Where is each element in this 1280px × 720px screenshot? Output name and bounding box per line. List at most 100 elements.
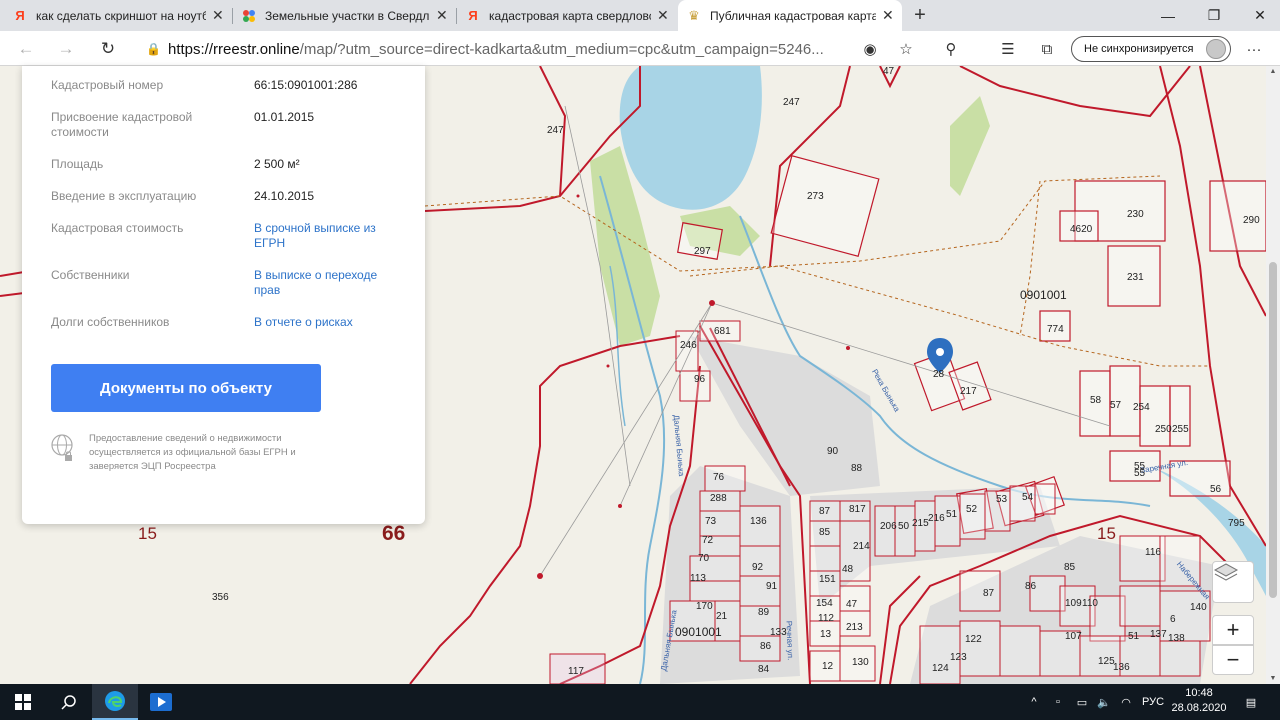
scroll-up-icon[interactable]: ▲ [1269, 68, 1277, 75]
address-bar[interactable]: 🔒 https://rreestr.online /map/?utm_sourc… [140, 35, 930, 63]
video-player-icon [150, 693, 172, 711]
wifi-icon[interactable]: ◠ [1116, 684, 1136, 720]
parcel-label: 125 [1098, 656, 1115, 667]
video-app-button[interactable] [138, 684, 184, 720]
tray-expand-icon[interactable]: ^ [1024, 684, 1044, 720]
parcel-label: 51 [946, 509, 958, 520]
parcel-label: 122 [965, 634, 982, 645]
edge-taskbar-button[interactable] [92, 684, 138, 720]
parcel-label: 13 [820, 629, 832, 640]
battery-icon[interactable]: ▭ [1072, 684, 1092, 720]
parcel-label: 247 [547, 125, 564, 136]
parcel-label: 76 [713, 472, 725, 483]
tracking-icon[interactable]: ◉ [856, 35, 884, 63]
info-value: 24.10.2015 [254, 189, 315, 203]
minimize-button[interactable]: — [1145, 0, 1191, 31]
parcel-label: 116 [1145, 547, 1161, 558]
tab-title: как сделать скриншот на ноутб [36, 8, 206, 23]
volume-icon[interactable]: 🔈 [1094, 684, 1114, 720]
parcel-label: 6 [1170, 614, 1176, 625]
quarter-label: 0901001 [675, 625, 722, 639]
page-scrollbar[interactable]: ▲ ▼ [1266, 66, 1280, 684]
info-label: Площадь [51, 157, 104, 171]
parcel-label: 12 [822, 661, 834, 672]
refresh-button[interactable]: ↻ [94, 35, 122, 63]
parcel-label: 21 [716, 611, 728, 622]
zoom-in-button[interactable]: + [1212, 615, 1254, 645]
parcel-label: 136 [750, 516, 767, 527]
parcel-label: 170 [696, 601, 713, 612]
avatar [1206, 39, 1226, 59]
close-icon[interactable]: ✕ [212, 7, 224, 24]
close-icon[interactable]: ✕ [436, 7, 448, 24]
info-label: Кадастровая стоимость [51, 221, 184, 235]
parcel-label: 216 [928, 513, 945, 524]
parcel-label: 255 [1172, 424, 1189, 435]
clock[interactable]: 10:48 28.08.2020 [1170, 686, 1228, 716]
info-value: 66:15:0901001:286 [254, 78, 358, 92]
object-documents-button[interactable]: Документы по объекту [51, 364, 321, 412]
parcel-label: 123 [950, 652, 967, 663]
parcel-label: 90 [827, 446, 839, 457]
parcel-label: 58 [1090, 395, 1102, 406]
extension-pin-icon[interactable]: ⚲ [937, 35, 965, 63]
language-indicator[interactable]: РУС [1138, 684, 1168, 720]
parcel-label: 96 [694, 374, 706, 385]
tab-1[interactable]: Я как сделать скриншот на ноутб ✕ [4, 0, 232, 31]
info-label: Введение в эксплуатацию [51, 189, 197, 203]
layers-button[interactable] [1212, 561, 1254, 603]
clock-date: 28.08.2020 [1171, 702, 1227, 714]
parcel-label: 140 [1190, 602, 1207, 613]
maximize-button[interactable]: ❐ [1191, 0, 1237, 31]
zoom-out-button[interactable]: − [1212, 645, 1254, 675]
favorite-star-icon[interactable]: ☆ [892, 35, 920, 63]
region-label: 15 [138, 524, 157, 543]
parcel-label: 288 [710, 493, 727, 504]
parcel-label: 214 [853, 541, 870, 552]
notifications-tray-icon[interactable]: ▫ [1048, 684, 1068, 720]
close-icon[interactable]: ✕ [882, 7, 894, 24]
tab-3[interactable]: Я кадастровая карта свердловск ✕ [457, 0, 677, 31]
parcel-label: 117 [568, 666, 584, 677]
risk-report-link[interactable]: В отчете о рисках [254, 315, 404, 330]
info-value: 01.01.2015 [254, 110, 315, 124]
scroll-down-icon[interactable]: ▼ [1269, 675, 1277, 682]
parcel-label: 230 [1127, 209, 1144, 220]
parcel-label: 246 [680, 340, 697, 351]
favorites-list-icon[interactable]: ☰ [994, 35, 1022, 63]
parcel-label: 247 [783, 97, 800, 108]
parcel-label: 774 [1047, 324, 1064, 335]
collections-icon[interactable]: ⧉ [1033, 35, 1061, 63]
parcel-label: 72 [702, 535, 714, 546]
info-label: Долги собственников [51, 315, 170, 329]
cadastral-value-link[interactable]: В срочной выписке из ЕГРН [254, 221, 404, 251]
parcel-label: 56 [1210, 484, 1222, 495]
scrollbar-thumb[interactable] [1269, 262, 1277, 598]
parcel-label: 112 [818, 613, 834, 624]
info-label: Кадастровый номер [51, 78, 164, 92]
tab-4-active[interactable]: ♛ Публичная кадастровая карта 2 ✕ [678, 0, 902, 31]
parcel-label: 290 [1243, 215, 1260, 226]
yandex-icon: Я [15, 8, 25, 23]
back-button[interactable]: ← [12, 35, 40, 63]
owners-link[interactable]: В выписке о переходе прав [254, 268, 404, 298]
close-icon[interactable]: ✕ [657, 7, 669, 24]
start-button[interactable] [0, 684, 46, 720]
tab-2[interactable]: Земельные участки в Свердлов ✕ [233, 0, 456, 31]
action-center-icon[interactable]: ▤ [1236, 684, 1266, 720]
more-menu-icon[interactable]: ··· [1240, 35, 1268, 63]
region-label: 15 [1097, 524, 1116, 543]
parcel-label: 70 [698, 553, 710, 564]
tab-title: Публичная кадастровая карта 2 [710, 8, 876, 23]
forward-button[interactable]: → [52, 35, 80, 63]
parcel-label: 217 [960, 386, 977, 397]
new-tab-button[interactable]: + [908, 3, 932, 27]
parcel-label: 681 [714, 326, 731, 337]
parcel-label: 47 [883, 66, 895, 77]
parcel-label: 136 [1113, 662, 1130, 673]
close-window-button[interactable]: ✕ [1237, 0, 1280, 31]
url-path: /map/?utm_source=direct-kadkarta&utm_med… [299, 40, 824, 58]
search-button[interactable] [46, 684, 92, 720]
parcel-label: 817 [849, 504, 866, 515]
profile-sync-button[interactable]: Не синхронизируется [1071, 36, 1231, 62]
